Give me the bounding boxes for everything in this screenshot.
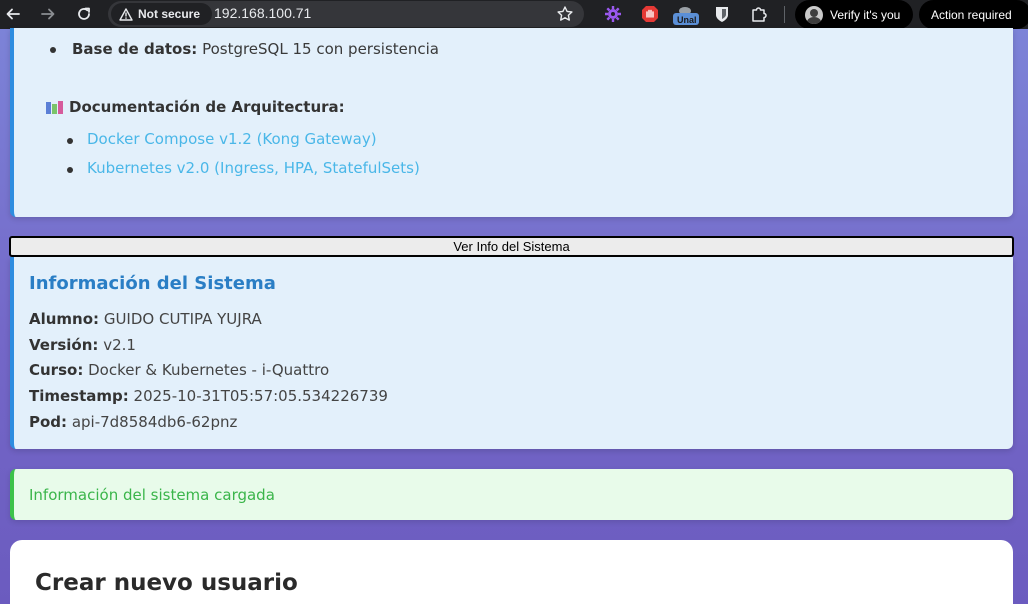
- database-label: Base de datos:: [72, 40, 198, 58]
- gear-extension-icon[interactable]: [604, 5, 622, 23]
- list-bullet: [67, 167, 73, 173]
- docs-heading-text: Documentación de Arquitectura:: [69, 98, 345, 116]
- action-required-button[interactable]: Action required: [919, 0, 1028, 29]
- security-label: Not secure: [138, 7, 201, 21]
- version-value: v2.1: [103, 336, 136, 354]
- database-line: Base de datos: PostgreSQL 15 con persist…: [72, 40, 439, 58]
- course-label: Curso:: [29, 361, 84, 379]
- unal-extension-icon[interactable]: Unal: [672, 5, 700, 25]
- shield-extension-icon[interactable]: [713, 5, 731, 23]
- system-info-title: Información del Sistema: [29, 273, 276, 294]
- timestamp-value: 2025-10-31T05:57:05.534226739: [133, 387, 388, 405]
- bookmark-star-icon[interactable]: [556, 5, 574, 27]
- student-label: Alumno:: [29, 310, 100, 328]
- timestamp-label: Timestamp:: [29, 387, 129, 405]
- list-bullet: [50, 47, 56, 53]
- browser-toolbar: Not secure 192.168.100.71 Unal Verify it…: [0, 0, 1028, 29]
- list-bullet: [67, 138, 73, 144]
- student-value: GUIDO CUTIPA YUJRA: [103, 310, 262, 328]
- create-user-card: Crear nuevo usuario: [10, 540, 1013, 604]
- student-row: Alumno: GUIDO CUTIPA YUJRA: [29, 310, 262, 328]
- url-text[interactable]: 192.168.100.71: [214, 5, 311, 21]
- course-row: Curso: Docker & Kubernetes - i-Quattro: [29, 361, 329, 379]
- docker-compose-link[interactable]: Docker Compose v1.2 (Kong Gateway): [87, 130, 377, 148]
- pod-value: api-7d8584db6-62pnz: [71, 413, 238, 431]
- database-value: PostgreSQL 15 con persistencia: [202, 40, 439, 58]
- profile-button[interactable]: Verify it's you: [795, 0, 913, 29]
- docs-heading: Documentación de Arquitectura:: [46, 98, 345, 116]
- success-message: Información del sistema cargada: [29, 486, 275, 504]
- toolbar-divider: [784, 6, 785, 23]
- architecture-info-card: Base de datos: PostgreSQL 15 con persist…: [10, 28, 1013, 217]
- view-system-info-button[interactable]: Ver Info del Sistema: [9, 236, 1014, 257]
- profile-label: Verify it's you: [830, 7, 901, 22]
- system-info-card: Información del Sistema Alumno: GUIDO CU…: [10, 257, 1013, 449]
- address-bar[interactable]: Not secure 192.168.100.71: [108, 1, 584, 27]
- avatar: [805, 5, 823, 24]
- version-row: Versión: v2.1: [29, 336, 136, 354]
- action-required-label: Action required: [931, 7, 1012, 22]
- books-icon: [46, 100, 63, 114]
- puzzle-extensions-icon[interactable]: [750, 5, 768, 23]
- success-alert: Información del sistema cargada: [10, 469, 1013, 520]
- pod-label: Pod:: [29, 413, 68, 431]
- back-icon[interactable]: [1, 2, 25, 26]
- reload-icon[interactable]: [72, 2, 96, 26]
- unal-badge-text: Unal: [677, 15, 697, 25]
- security-chip[interactable]: Not secure: [111, 3, 212, 25]
- forward-icon[interactable]: [36, 2, 60, 26]
- version-label: Versión:: [29, 336, 99, 354]
- course-value: Docker & Kubernetes - i-Quattro: [88, 361, 330, 379]
- warning-icon: [119, 7, 133, 21]
- kubernetes-link[interactable]: Kubernetes v2.0 (Ingress, HPA, StatefulS…: [87, 159, 420, 177]
- pod-row: Pod: api-7d8584db6-62pnz: [29, 413, 237, 431]
- hand-block-extension-icon[interactable]: [641, 5, 659, 23]
- create-user-title: Crear nuevo usuario: [35, 570, 298, 596]
- timestamp-row: Timestamp: 2025-10-31T05:57:05.534226739: [29, 387, 388, 405]
